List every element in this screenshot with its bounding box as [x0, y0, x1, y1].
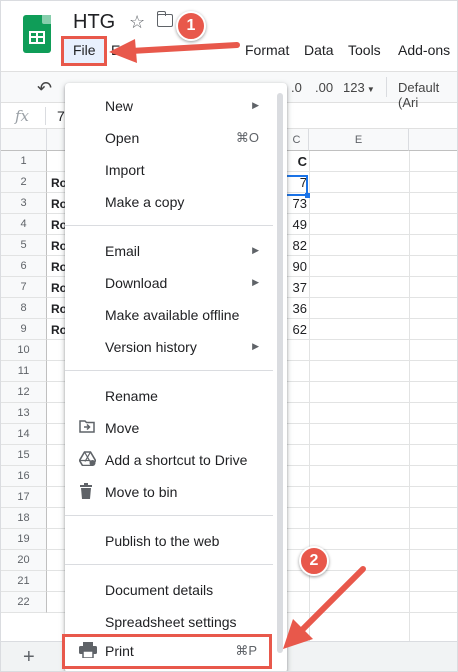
app-window: HTG ☆ File Ed Format Data Tools Add-ons …	[0, 0, 458, 672]
arrow-to-print-icon	[283, 566, 366, 649]
callout-arrows	[109, 39, 366, 649]
arrow-to-file-icon	[109, 39, 240, 63]
callout-badge-1: 1	[176, 11, 206, 41]
callout-badge-2: 2	[299, 546, 329, 576]
